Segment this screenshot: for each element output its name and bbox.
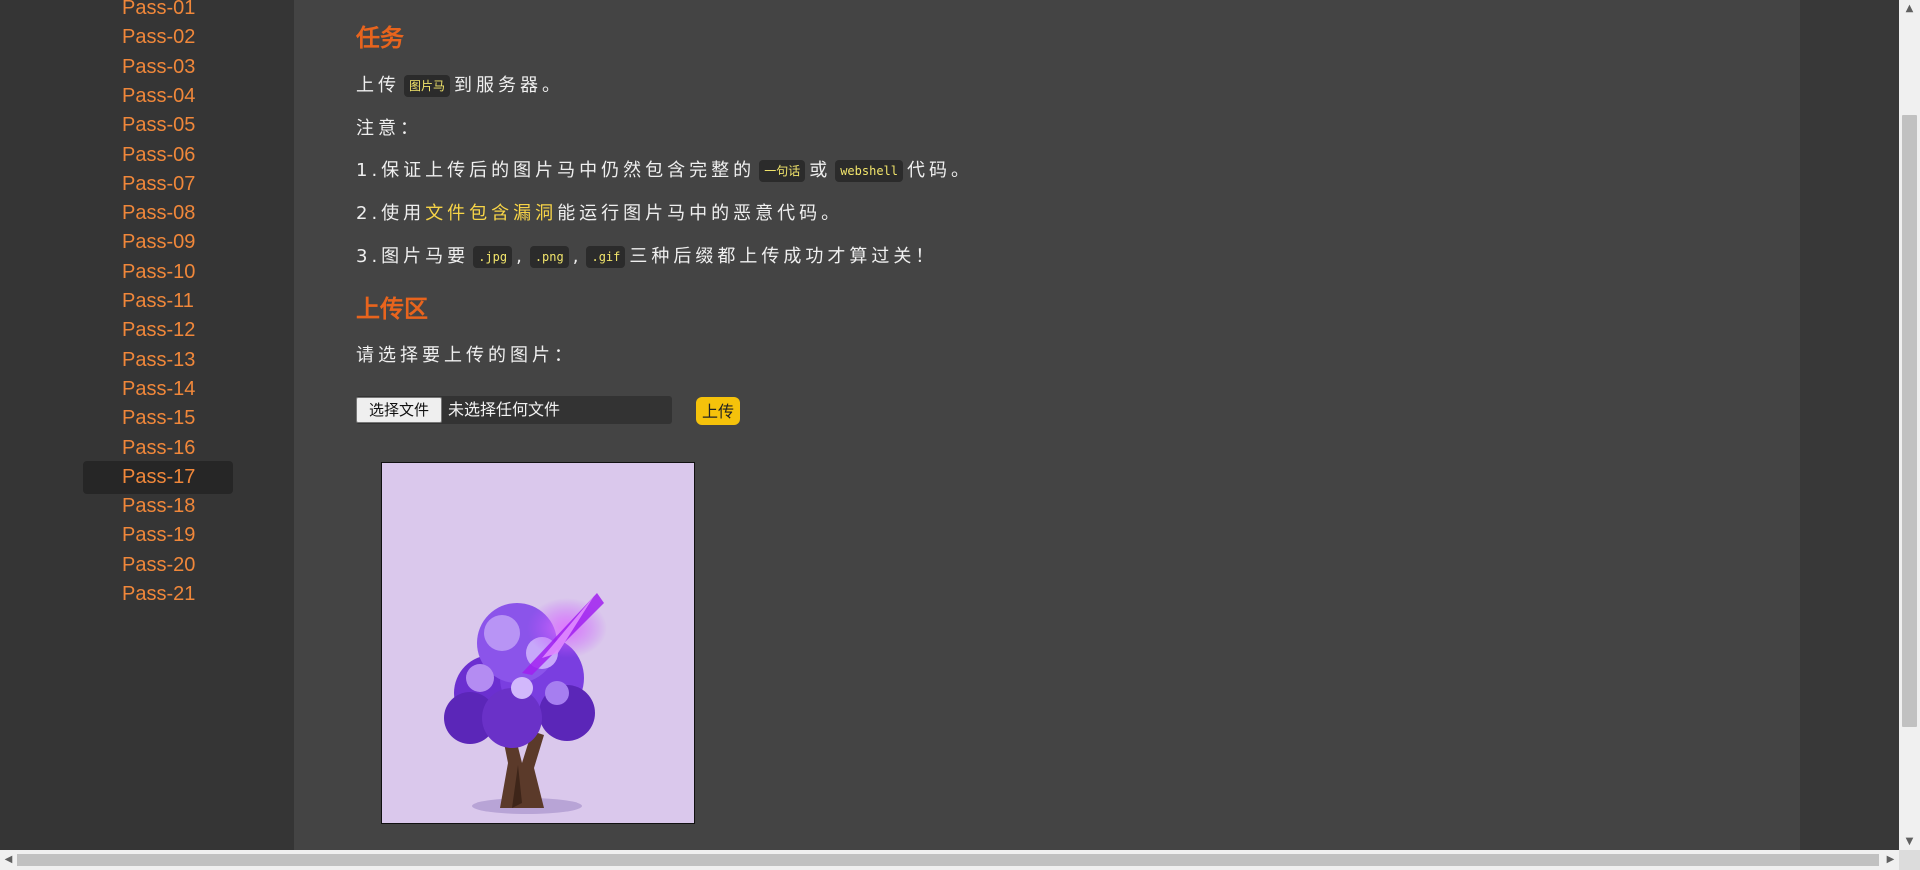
vertical-scroll-thumb[interactable] [1902,115,1917,727]
rule-3-post: 三种后缀都上传成功才算过关！ [629,246,938,267]
choose-file-button[interactable]: 选择文件 [356,397,442,423]
purple-tree-image [444,593,607,814]
right-gutter [1800,0,1899,850]
code-one-liner: 一句话 [759,160,806,182]
task-line-1-post: 到服务器。 [454,75,565,96]
sidebar-item-pass-05[interactable]: Pass-05 [83,109,233,142]
sidebar-item-pass-04[interactable]: Pass-04 [83,80,233,113]
sidebar-item-pass-12[interactable]: Pass-12 [83,314,233,347]
sidebar-item-pass-20[interactable]: Pass-20 [83,549,233,582]
code-png: .png [529,246,569,268]
sidebar-item-pass-08[interactable]: Pass-08 [83,197,233,230]
scroll-down-arrow-icon[interactable]: ▼ [1899,833,1920,850]
file-input[interactable]: 选择文件 未选择任何文件 [356,396,672,424]
sidebar-item-pass-10[interactable]: Pass-10 [83,256,233,289]
rule-1-mid: 或 [809,160,832,181]
rule-2-highlight: 文件包含漏洞 [425,203,558,224]
upload-button[interactable]: 上传 [696,397,740,425]
horizontal-scroll-thumb[interactable] [17,854,1879,866]
rule-1-post: 代码。 [907,160,973,181]
sidebar-item-pass-21[interactable]: Pass-21 [83,578,233,611]
task-line-1: 上传 图片马 到服务器。 [356,71,564,97]
sidebar-item-pass-11[interactable]: Pass-11 [83,285,233,318]
upload-prompt: 请选择要上传的图片： [356,345,576,366]
sidebar-item-pass-14[interactable]: Pass-14 [83,373,233,406]
code-gif: .gif [586,246,626,268]
sidebar-item-pass-02[interactable]: Pass-02 [83,21,233,54]
task-line-1-pre: 上传 [356,75,400,96]
vertical-scrollbar[interactable]: ▲ ▼ [1899,0,1920,850]
upload-heading: 上传区 [356,296,428,323]
scroll-left-arrow-icon[interactable]: ◀ [0,850,17,870]
scroll-up-arrow-icon[interactable]: ▲ [1899,0,1920,17]
task-heading: 任务 [356,25,404,52]
code-webshell: webshell [835,160,903,182]
uploaded-image-preview [381,462,695,824]
rule-1-pre: 1.保证上传后的图片马中仍然包含完整的 [356,160,756,181]
rule-3-pre: 3.图片马要 [356,246,470,267]
rule-2-pre: 2.使用 [356,203,426,224]
rule-3-sep-2: , [572,246,583,267]
sidebar: Pass-01 Pass-02 Pass-03 Pass-04 Pass-05 Pass-… [0,0,294,850]
scrollbar-corner [1899,850,1920,870]
main-content: 任务 上传 图片马 到服务器。 注意： 1.保证上传后的图片马中仍然包含完整的 一句话… [294,0,1800,850]
sidebar-item-pass-06[interactable]: Pass-06 [83,139,233,172]
note-label: 注意： [356,118,422,139]
sidebar-item-pass-03[interactable]: Pass-03 [83,51,233,84]
rule-3-sep-1: , [516,246,526,267]
sidebar-item-pass-13[interactable]: Pass-13 [83,344,233,377]
rule-1: 1.保证上传后的图片马中仍然包含完整的 一句话或 webshell 代码。 [356,156,973,182]
sidebar-item-pass-18[interactable]: Pass-18 [83,490,233,523]
code-image-horse: 图片马 [404,75,451,97]
rule-3: 3.图片马要 .jpg, .png, .gif 三种后缀都上传成功才算过关！ [356,242,937,268]
file-status-text: 未选择任何文件 [448,400,561,419]
scroll-right-arrow-icon[interactable]: ▶ [1882,850,1899,870]
rule-2: 2.使用文件包含漏洞能运行图片马中的恶意代码。 [356,199,843,225]
rule-2-post: 能运行图片马中的恶意代码。 [557,203,844,224]
code-jpg: .jpg [473,246,513,268]
sidebar-item-pass-17[interactable]: Pass-17 [83,460,233,494]
sidebar-item-pass-09[interactable]: Pass-09 [83,226,233,259]
sidebar-item-pass-07[interactable]: Pass-07 [83,168,233,201]
sidebar-item-pass-19[interactable]: Pass-19 [83,519,233,552]
sidebar-item-pass-16[interactable]: Pass-16 [83,432,233,465]
horizontal-scrollbar[interactable]: ◀ ▶ [0,850,1899,870]
sidebar-item-pass-15[interactable]: Pass-15 [83,402,233,435]
